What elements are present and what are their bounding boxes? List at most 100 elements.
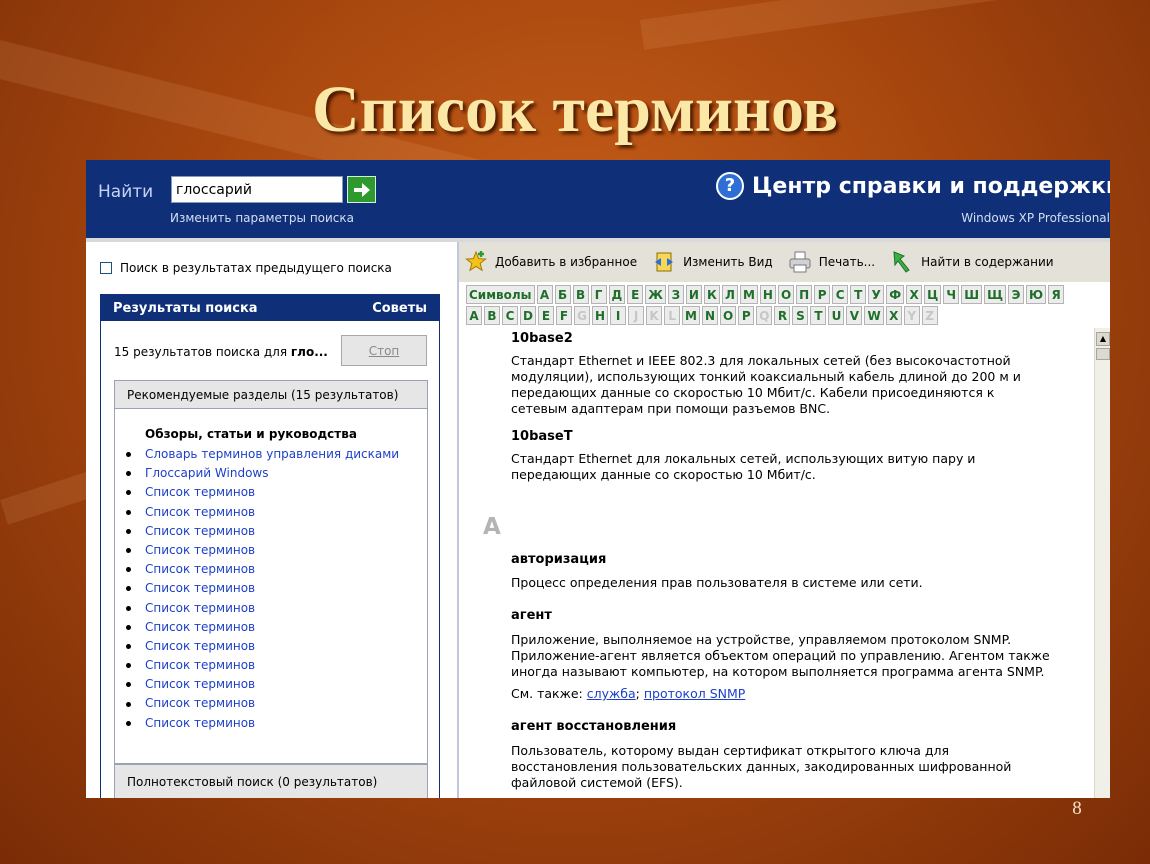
letter-button[interactable]: B [484,306,500,325]
letter-button[interactable]: V [846,306,863,325]
stop-button[interactable]: Стоп [341,335,427,366]
recommended-topic-item[interactable]: Список терминов [126,675,399,694]
add-to-favorites-button[interactable]: Добавить в избранное [463,249,637,275]
recommended-topic-link[interactable]: Список терминов [145,579,255,598]
search-in-previous-option[interactable]: Поиск в результатах предыдущего поиска [100,261,392,275]
letter-button[interactable]: I [610,306,627,325]
letter-button[interactable]: D [520,306,536,325]
letter-button[interactable]: У [868,285,885,304]
print-button[interactable]: Печать... [787,249,875,275]
see-also-link-snmp[interactable]: протокол SNMP [644,686,745,701]
scroll-up-arrow-icon[interactable]: ▲ [1096,332,1110,346]
letter-button[interactable]: О [777,285,795,304]
recommended-topic-item[interactable]: Список терминов [126,541,399,560]
letter-button[interactable]: В [572,285,589,304]
letter-button[interactable]: Н [759,285,776,304]
letter-button[interactable]: Ц [924,285,942,304]
letter-button[interactable]: Б [554,285,571,304]
recommended-topic-link[interactable]: Глоссарий Windows [145,464,268,483]
recommended-topic-link[interactable]: Список терминов [145,618,255,637]
recommended-topic-link[interactable]: Список терминов [145,541,255,560]
letter-button[interactable]: T [810,306,827,325]
find-in-contents-button[interactable]: Найти в содержании [889,249,1054,275]
letter-button[interactable]: C [502,306,518,325]
letter-button[interactable]: И [685,285,702,304]
letter-button[interactable]: F [556,306,572,325]
letter-button[interactable]: X [885,306,902,325]
change-view-button[interactable]: Изменить Вид [651,249,773,275]
letter-button[interactable]: Т [850,285,867,304]
letter-button[interactable]: H [592,306,609,325]
recommended-topic-item[interactable]: Список терминов [126,694,399,713]
search-go-button[interactable] [347,176,376,203]
recommended-topic-link[interactable]: Список терминов [145,656,255,675]
letter-button[interactable]: Л [721,285,738,304]
letter-button[interactable]: С [832,285,849,304]
letter-button[interactable]: Ж [645,285,666,304]
letter-button[interactable]: Я [1048,285,1065,304]
letter-button[interactable]: Ч [943,285,960,304]
letter-button[interactable]: N [702,306,719,325]
recommended-topic-link[interactable]: Список терминов [145,714,255,733]
recommended-topic-item[interactable]: Список терминов [126,483,399,502]
letter-button[interactable]: W [864,306,884,325]
recommended-topic-link[interactable]: Список терминов [145,675,255,694]
letter-button[interactable]: Р [814,285,831,304]
recommended-topic-link[interactable]: Список терминов [145,560,255,579]
recommended-topic-item[interactable]: Список терминов [126,579,399,598]
letter-button[interactable]: R [774,306,791,325]
change-search-params-link[interactable]: Изменить параметры поиска [170,211,354,225]
letter-button[interactable]: E [538,306,554,325]
letter-button[interactable]: S [792,306,809,325]
letter-button[interactable]: Е [627,285,644,304]
recommended-topic-item[interactable]: Список терминов [126,503,399,522]
recommended-topic-link[interactable]: Словарь терминов управления дисками [145,445,399,464]
fulltext-search-header[interactable]: Полнотекстовый поиск (0 результатов) [114,764,428,798]
recommended-topic-link[interactable]: Список терминов [145,694,255,713]
letter-button[interactable]: А [536,285,553,304]
letter-button[interactable]: К [703,285,720,304]
scroll-thumb[interactable] [1096,348,1110,360]
letter-button[interactable]: Ю [1026,285,1047,304]
recommended-topic-item[interactable]: Список терминов [126,599,399,618]
see-also-link-service[interactable]: служба [587,686,636,701]
recommended-topic-link[interactable]: Список терминов [145,522,255,541]
letter-button[interactable]: Г [590,285,607,304]
letter-button[interactable]: M [682,306,700,325]
letter-button[interactable]: П [796,285,813,304]
recommended-topic-item[interactable]: Список терминов [126,618,399,637]
search-input[interactable] [171,176,343,203]
letter-button[interactable]: U [828,306,845,325]
letter-button[interactable]: Х [906,285,923,304]
recommended-topic-link[interactable]: Список терминов [145,483,255,502]
recommended-topic-item[interactable]: Список терминов [126,656,399,675]
letter-button: G [574,306,590,325]
letter-button[interactable]: P [738,306,755,325]
recommended-topic-item[interactable]: Словарь терминов управления дисками [126,445,399,464]
recommended-topic-item[interactable]: Список терминов [126,714,399,733]
letter-button[interactable]: Э [1008,285,1024,304]
content-scrollbar[interactable]: ▲ [1094,328,1110,798]
letter-button[interactable]: Д [608,285,626,304]
letter-button[interactable]: Ф [886,285,905,304]
recommended-topic-link[interactable]: Список терминов [145,599,255,618]
letter-button[interactable]: З [667,285,684,304]
letter-button[interactable]: Щ [984,285,1006,304]
recommended-topic-item[interactable]: Список терминов [126,560,399,579]
letter-button[interactable]: A [466,306,482,325]
letter-button[interactable]: М [739,285,758,304]
recommended-topic-link[interactable]: Список терминов [145,503,255,522]
recommended-topics-header[interactable]: Рекомендуемые разделы (15 результатов) [115,381,427,409]
letter-button[interactable]: Ш [961,285,983,304]
tips-tab[interactable]: Советы [372,301,427,316]
results-tab[interactable]: Результаты поиска [113,301,258,316]
bullet-icon [126,701,131,707]
letter-button[interactable]: O [720,306,737,325]
search-in-previous-checkbox[interactable] [100,262,112,274]
recommended-topic-link[interactable]: Список терминов [145,637,255,656]
change-view-label: Изменить Вид [683,255,773,269]
letter-symbols[interactable]: Символы [466,285,535,304]
recommended-topic-item[interactable]: Список терминов [126,637,399,656]
recommended-topic-item[interactable]: Список терминов [126,522,399,541]
recommended-topic-item[interactable]: Глоссарий Windows [126,464,399,483]
